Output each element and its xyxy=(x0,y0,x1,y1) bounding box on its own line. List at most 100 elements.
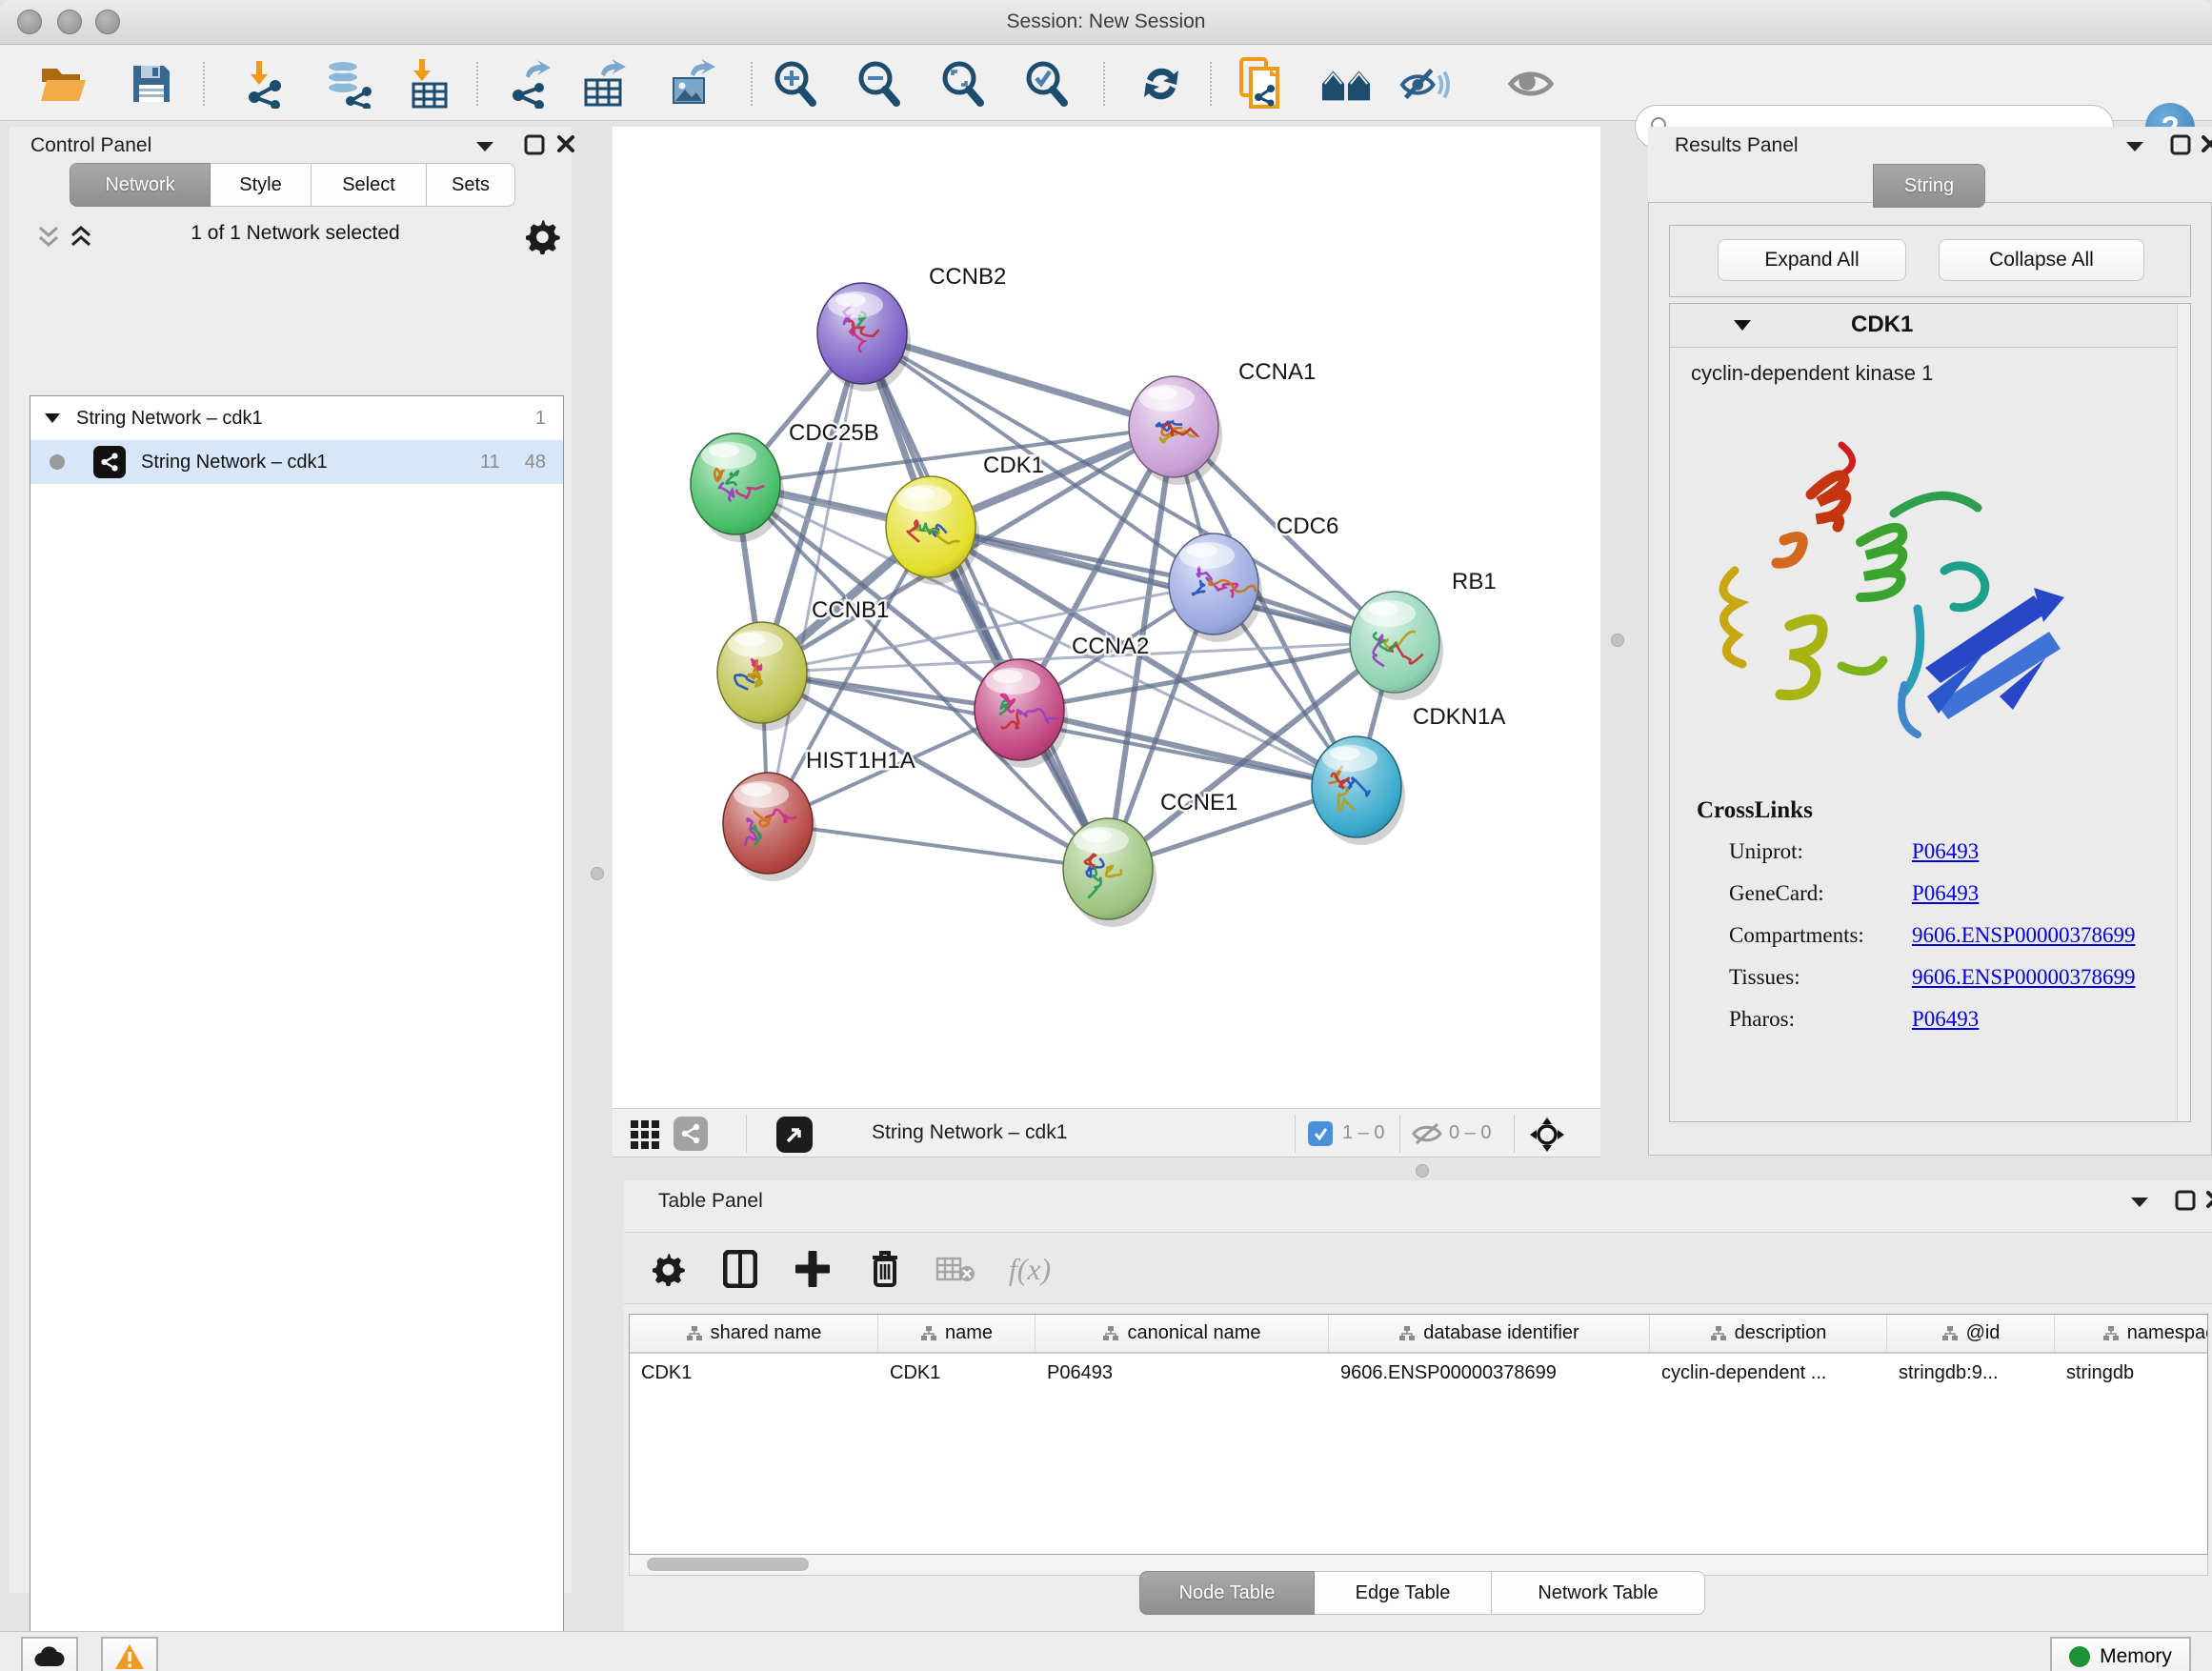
expand-all-button[interactable]: Expand All xyxy=(1718,239,1906,281)
collection-expander-icon[interactable] xyxy=(44,413,61,424)
node-label-CDC6: CDC6 xyxy=(1277,513,1338,539)
network-node-CDC6[interactable] xyxy=(1169,534,1262,642)
network-edge[interactable] xyxy=(862,333,1108,869)
table-panel-close-icon[interactable] xyxy=(2205,1190,2212,1209)
left-splitter-handle[interactable] xyxy=(591,867,604,880)
column-header-canonical-name[interactable]: canonical name xyxy=(1036,1315,1329,1352)
network-node-RB1[interactable] xyxy=(1350,592,1443,700)
crosslinks-title: CrossLinks xyxy=(1697,797,1813,824)
show-all-eye-icon[interactable] xyxy=(1505,60,1557,108)
refresh-icon[interactable] xyxy=(1136,60,1187,108)
duplicate-network-icon[interactable] xyxy=(1235,60,1286,108)
collapse-all-button[interactable]: Collapse All xyxy=(1939,239,2144,281)
column-header-namespace[interactable]: namespace xyxy=(2055,1315,2208,1352)
crosslink-value-link[interactable]: 9606.ENSP00000378699 xyxy=(1912,923,2136,948)
add-column-icon[interactable] xyxy=(788,1246,837,1292)
results-panel-close-icon[interactable] xyxy=(2201,134,2212,153)
network-node-CDC25B[interactable] xyxy=(691,433,784,542)
control-panel-collapse-icon[interactable] xyxy=(474,140,495,153)
cloud-button[interactable] xyxy=(21,1637,78,1671)
network-row[interactable]: String Network – cdk1 11 48 xyxy=(30,440,563,484)
table-cell[interactable]: CDK1 xyxy=(878,1362,1036,1384)
network-options-gear-icon[interactable] xyxy=(526,218,562,254)
tab-style[interactable]: Style xyxy=(211,163,312,207)
column-header-name[interactable]: name xyxy=(878,1315,1036,1352)
import-table-icon[interactable] xyxy=(404,60,455,108)
zoom-out-icon[interactable] xyxy=(854,60,905,108)
protein-header-row[interactable]: CDK1 xyxy=(1670,304,2190,348)
tab-sets[interactable]: Sets xyxy=(427,163,515,207)
hide-selected-eye-icon[interactable] xyxy=(1398,60,1450,108)
tab-network[interactable]: Network xyxy=(70,163,211,207)
crosslink-value-link[interactable]: 9606.ENSP00000378699 xyxy=(1912,965,2136,990)
node-table[interactable]: shared namenamecanonical namedatabase id… xyxy=(629,1314,2208,1555)
export-image-icon[interactable] xyxy=(667,60,718,108)
network-node-CDKN1A[interactable] xyxy=(1312,736,1405,845)
import-network-file-icon[interactable] xyxy=(240,60,292,108)
network-node-CCNA1[interactable] xyxy=(1129,376,1222,485)
column-header-shared-name[interactable]: shared name xyxy=(630,1315,878,1352)
network-node-CDK1[interactable] xyxy=(886,476,979,585)
table-cell[interactable]: stringdb:9... xyxy=(1887,1362,2055,1384)
collapse-all-networks-icon[interactable] xyxy=(36,226,61,249)
open-session-icon[interactable] xyxy=(38,60,90,108)
results-panel-float-icon[interactable] xyxy=(2170,134,2191,155)
first-neighbors-icon[interactable] xyxy=(1320,60,1372,108)
results-panel-tab-string[interactable]: String xyxy=(1873,164,1985,208)
right-splitter-handle[interactable] xyxy=(1611,634,1624,647)
network-list: String Network – cdk1 1 String Network –… xyxy=(30,395,564,1671)
column-header-database-identifier[interactable]: database identifier xyxy=(1329,1315,1650,1352)
column-header-@id[interactable]: @id xyxy=(1887,1315,2055,1352)
tab-network-table[interactable]: Network Table xyxy=(1492,1571,1705,1615)
network-node-HIST1H1A[interactable] xyxy=(723,773,816,881)
network-view-toolbar: String Network – cdk1 1 – 0 0 – 0 xyxy=(613,1108,1600,1158)
control-panel-close-icon[interactable] xyxy=(556,134,575,153)
table-cell[interactable]: cyclin-dependent ... xyxy=(1650,1362,1887,1384)
horizontal-splitter-handle[interactable] xyxy=(1416,1164,1429,1178)
table-panel-float-icon[interactable] xyxy=(2175,1190,2196,1211)
import-network-database-icon[interactable] xyxy=(322,60,373,108)
table-cell[interactable]: P06493 xyxy=(1036,1362,1329,1384)
tab-node-table[interactable]: Node Table xyxy=(1139,1571,1315,1615)
zoom-in-icon[interactable] xyxy=(770,60,821,108)
delete-column-trash-icon[interactable] xyxy=(860,1246,910,1292)
network-edge[interactable] xyxy=(768,823,1108,869)
selected-checkbox-icon[interactable] xyxy=(1308,1121,1333,1146)
results-scrollbar[interactable] xyxy=(2177,304,2190,1121)
protein-collapse-icon[interactable] xyxy=(1733,319,1752,332)
table-cell[interactable]: CDK1 xyxy=(630,1362,878,1384)
zoom-fit-icon[interactable] xyxy=(937,60,989,108)
network-node-CCNA2[interactable] xyxy=(975,659,1068,768)
crosslink-value-link[interactable]: P06493 xyxy=(1912,881,1979,906)
show-columns-icon[interactable] xyxy=(715,1246,765,1292)
crosslink-value-link[interactable]: P06493 xyxy=(1912,839,1979,864)
network-edge[interactable] xyxy=(1019,710,1357,787)
expand-all-networks-icon[interactable] xyxy=(69,226,93,249)
tab-edge-table[interactable]: Edge Table xyxy=(1315,1571,1492,1615)
network-collection-row[interactable]: String Network – cdk1 1 xyxy=(30,396,563,440)
network-node-CCNB2[interactable] xyxy=(817,283,911,392)
warnings-button[interactable] xyxy=(101,1637,158,1671)
tab-select[interactable]: Select xyxy=(312,163,427,207)
table-cell[interactable]: stringdb xyxy=(2055,1362,2208,1384)
zoom-selected-icon[interactable] xyxy=(1021,60,1073,108)
show-grid-icon[interactable] xyxy=(630,1119,660,1150)
network-canvas[interactable]: CCNB2CCNA1CDC25BCDK1CDC6RB1CCNB1CCNA2CDK… xyxy=(613,127,1600,1108)
fit-content-crosshair-icon[interactable] xyxy=(1529,1117,1565,1153)
table-cell[interactable]: 9606.ENSP00000378699 xyxy=(1329,1362,1650,1384)
network-view-icon[interactable] xyxy=(674,1117,708,1151)
birdseye-view-icon[interactable] xyxy=(776,1117,813,1153)
table-gear-icon[interactable] xyxy=(645,1246,694,1292)
save-session-icon[interactable] xyxy=(126,60,177,108)
crosslink-value-link[interactable]: P06493 xyxy=(1912,1007,1979,1032)
table-panel-collapse-icon[interactable] xyxy=(2129,1196,2150,1209)
table-row[interactable]: CDK1CDK1P064939606.ENSP00000378699cyclin… xyxy=(630,1354,2207,1392)
column-header-description[interactable]: description xyxy=(1650,1315,1887,1352)
network-node-CCNE1[interactable] xyxy=(1063,818,1156,927)
results-panel-collapse-icon[interactable] xyxy=(2124,140,2145,153)
export-network-icon[interactable] xyxy=(506,60,557,108)
export-table-icon[interactable] xyxy=(579,60,631,108)
table-hscrollbar-thumb[interactable] xyxy=(647,1558,809,1571)
memory-button[interactable]: Memory xyxy=(2050,1637,2191,1671)
control-panel-float-icon[interactable] xyxy=(524,134,545,155)
